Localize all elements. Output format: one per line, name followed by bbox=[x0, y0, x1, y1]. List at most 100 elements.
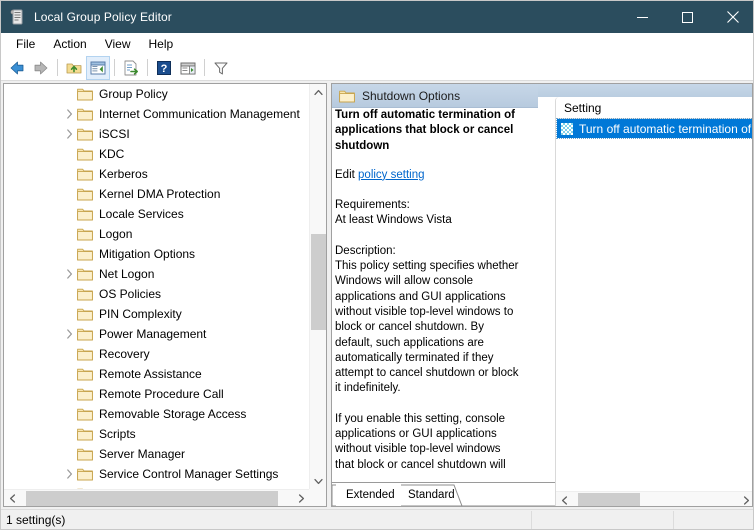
list-horizontal-scrollbar[interactable] bbox=[556, 491, 752, 506]
show-hide-console-tree-button[interactable] bbox=[86, 55, 110, 80]
export-list-button[interactable] bbox=[119, 56, 143, 80]
back-button[interactable] bbox=[5, 56, 29, 80]
folder-icon bbox=[77, 127, 93, 141]
chevron-right-icon[interactable] bbox=[61, 466, 77, 482]
tree-item-mitigation-options[interactable]: Mitigation Options bbox=[4, 244, 310, 264]
tree-item-remote-procedure-call[interactable]: Remote Procedure Call bbox=[4, 384, 310, 404]
console-tree[interactable]: Group Policy Internet Communication Manag… bbox=[4, 84, 310, 490]
menu-help[interactable]: Help bbox=[140, 35, 183, 53]
tree-item-label: Service Control Manager Settings bbox=[99, 467, 279, 481]
tree-item-label: Server Manager bbox=[99, 447, 186, 461]
tree-item-pin-complexity[interactable]: PIN Complexity bbox=[4, 304, 310, 324]
tree-horizontal-scrollbar[interactable] bbox=[4, 489, 310, 506]
scroll-right-icon[interactable] bbox=[738, 492, 752, 506]
tree-item-label: Mitigation Options bbox=[99, 247, 196, 261]
tree-item-power-management[interactable]: Power Management bbox=[4, 324, 310, 344]
tree-item-iscsi[interactable]: iSCSI bbox=[4, 124, 310, 144]
details-header: Shutdown Options bbox=[332, 84, 538, 108]
scroll-right-icon[interactable] bbox=[293, 490, 310, 506]
tree-item-net-logon[interactable]: Net Logon bbox=[4, 264, 310, 284]
list-header: Setting bbox=[556, 97, 752, 119]
up-one-level-button[interactable] bbox=[62, 56, 86, 80]
tree-item-kerberos[interactable]: Kerberos bbox=[4, 164, 310, 184]
svg-text:?: ? bbox=[161, 63, 168, 75]
help-button[interactable]: ? bbox=[152, 56, 176, 80]
column-header-setting[interactable]: Setting bbox=[556, 101, 601, 115]
chevron-right-icon[interactable] bbox=[61, 106, 77, 122]
tree-item-group-policy[interactable]: Group Policy bbox=[4, 84, 310, 104]
tab-standard[interactable]: Standard bbox=[398, 483, 461, 506]
menu-view[interactable]: View bbox=[96, 35, 140, 53]
tree-item-remote-assistance[interactable]: Remote Assistance bbox=[4, 364, 310, 384]
folder-icon bbox=[77, 87, 93, 101]
folder-icon bbox=[77, 267, 93, 281]
folder-icon bbox=[77, 247, 93, 261]
tab-standard-label: Standard bbox=[408, 488, 455, 501]
edit-policy-line: Edit policy setting bbox=[335, 168, 521, 183]
maximize-button[interactable] bbox=[665, 1, 710, 33]
tree-item-removable-storage-access[interactable]: Removable Storage Access bbox=[4, 404, 310, 424]
show-hide-action-pane-button[interactable] bbox=[176, 56, 200, 80]
tree-item-kernel-dma-protection[interactable]: Kernel DMA Protection bbox=[4, 184, 310, 204]
folder-icon bbox=[77, 227, 93, 241]
tree-item-internet-communication-management[interactable]: Internet Communication Management bbox=[4, 104, 310, 124]
tree-item-recovery[interactable]: Recovery bbox=[4, 344, 310, 364]
scroll-left-icon[interactable] bbox=[4, 490, 21, 506]
tab-extended-label: Extended bbox=[346, 488, 395, 501]
tree-item-logon[interactable]: Logon bbox=[4, 224, 310, 244]
menu-action[interactable]: Action bbox=[44, 35, 95, 53]
chevron-right-icon[interactable] bbox=[61, 266, 77, 282]
status-separator bbox=[673, 511, 674, 529]
tree-item-kdc[interactable]: KDC bbox=[4, 144, 310, 164]
close-button[interactable] bbox=[710, 1, 753, 33]
tree-item-server-manager[interactable]: Server Manager bbox=[4, 444, 310, 464]
status-bar: 1 setting(s) bbox=[1, 509, 753, 529]
tree-item-label: Logon bbox=[99, 227, 133, 241]
policy-setting-link[interactable]: policy setting bbox=[358, 169, 424, 181]
tree-item-service-control-manager-settings[interactable]: Service Control Manager Settings bbox=[4, 464, 310, 484]
tree-item-label: Remote Assistance bbox=[99, 367, 202, 381]
chevron-right-icon[interactable] bbox=[61, 126, 77, 142]
tree-item-scripts[interactable]: Scripts bbox=[4, 424, 310, 444]
tree-item-os-policies[interactable]: OS Policies bbox=[4, 284, 310, 304]
status-text: 1 setting(s) bbox=[6, 512, 66, 527]
scroll-left-icon[interactable] bbox=[556, 492, 573, 506]
tree-vertical-scrollbar[interactable] bbox=[309, 84, 326, 490]
folder-icon bbox=[77, 427, 93, 441]
local-group-policy-editor-window: Local Group Policy Editor File Action Vi… bbox=[0, 0, 754, 530]
tree-item-label: Recovery bbox=[99, 347, 150, 361]
tree-item-label: KDC bbox=[99, 147, 125, 161]
tree-item-label: Locale Services bbox=[99, 207, 184, 221]
forward-button[interactable] bbox=[29, 56, 53, 80]
tree-item-label: Group Policy bbox=[99, 87, 168, 101]
menu-bar: File Action View Help bbox=[1, 33, 753, 55]
chevron-right-icon[interactable] bbox=[61, 326, 77, 342]
tree-scroll-thumb[interactable] bbox=[311, 234, 326, 330]
scroll-down-icon[interactable] bbox=[310, 473, 326, 490]
tree-item-label: Removable Storage Access bbox=[99, 407, 247, 421]
menu-file[interactable]: File bbox=[7, 35, 44, 53]
filter-button[interactable] bbox=[209, 56, 233, 80]
tab-extended[interactable]: Extended bbox=[336, 483, 401, 506]
scroll-up-icon[interactable] bbox=[310, 84, 326, 101]
list-hscroll-thumb[interactable] bbox=[578, 493, 640, 506]
table-row[interactable]: Turn off automatic termination of applic… bbox=[556, 118, 752, 139]
table-cell-setting: Turn off automatic termination of applic… bbox=[579, 121, 752, 136]
minimize-button[interactable] bbox=[620, 1, 665, 33]
tree-item-label: iSCSI bbox=[99, 127, 130, 141]
tree-hscroll-thumb[interactable] bbox=[26, 491, 278, 506]
folder-icon bbox=[77, 407, 93, 421]
tree-item-label: Kerberos bbox=[99, 167, 148, 181]
tree-item-locale-services[interactable]: Locale Services bbox=[4, 204, 310, 224]
tree-item-label: Internet Communication Management bbox=[99, 107, 300, 121]
description-label: Description: bbox=[335, 244, 396, 257]
